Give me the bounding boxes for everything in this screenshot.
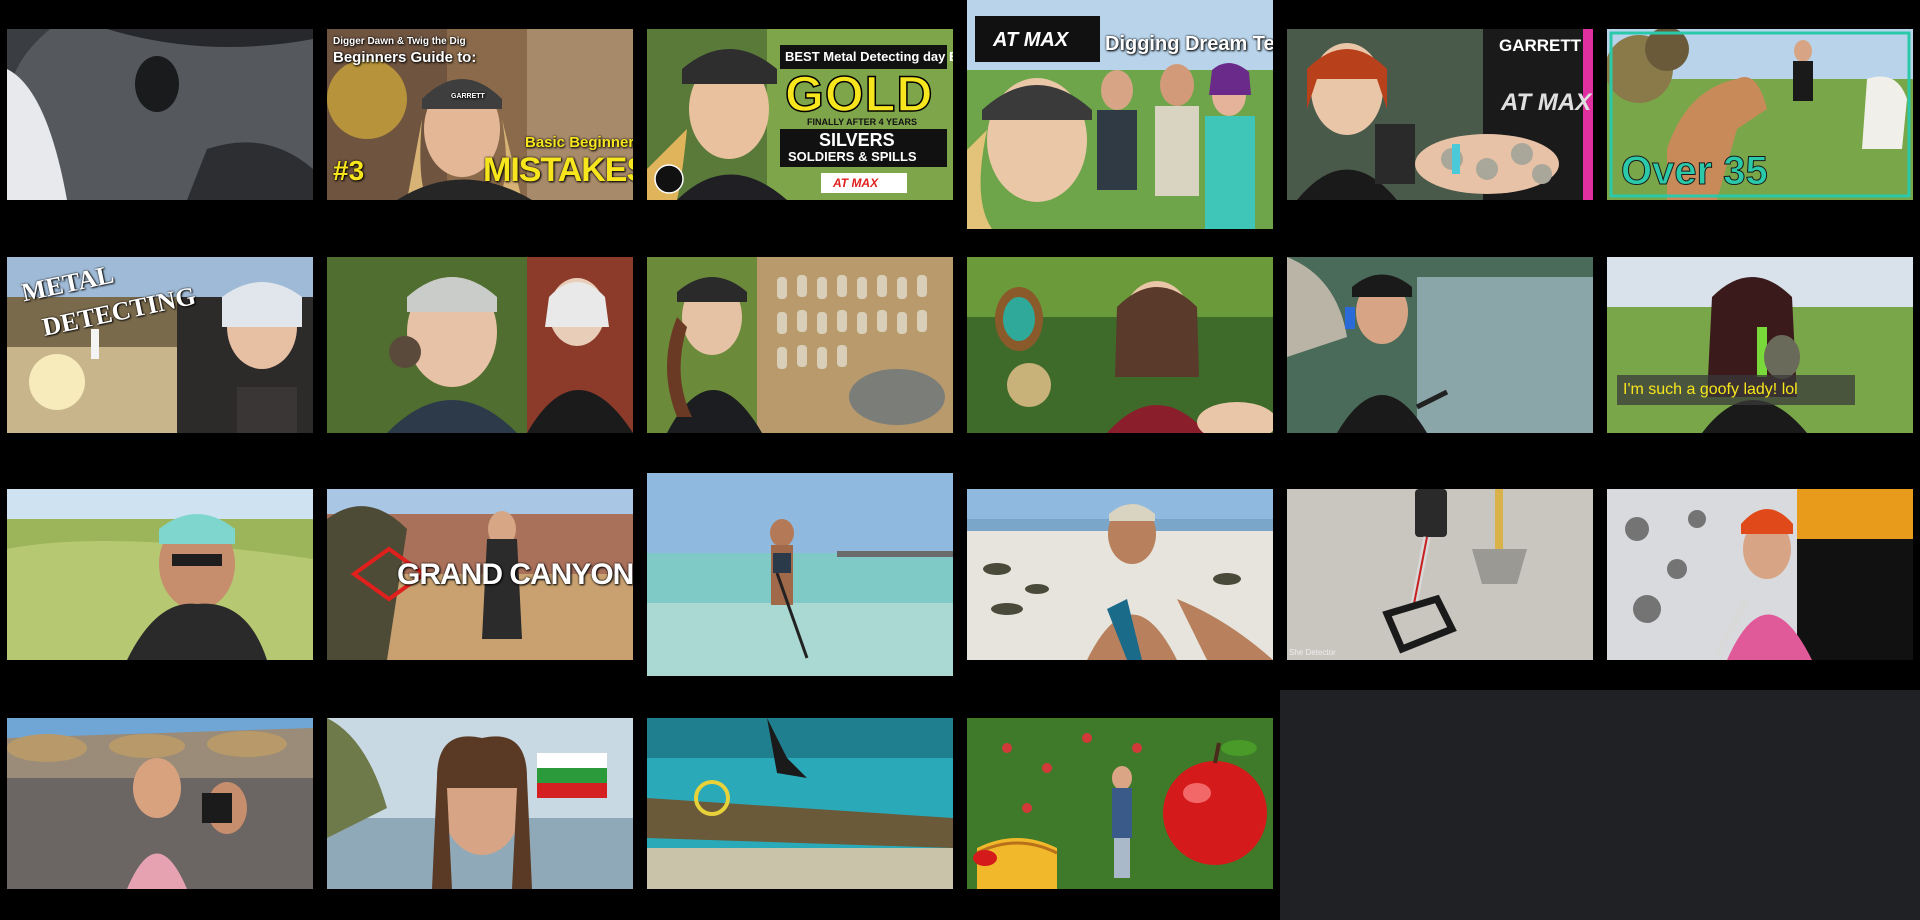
video-thumbnail-18[interactable] (1607, 489, 1913, 660)
video-thumbnail-6[interactable]: Over 35 (1607, 29, 1913, 200)
video-thumbnail-2[interactable]: Digger Dawn & Twig the Dig Beginners Gui… (327, 29, 633, 200)
thumbnail-banner: BEST Metal Detecting day EVER (785, 49, 953, 64)
video-thumbnail-22[interactable] (967, 718, 1273, 889)
thumbnail-caption: I'm such a goofy lady! lol (1623, 381, 1798, 398)
thumbnail-title: Over 35 (1621, 149, 1769, 193)
relics-display-image (647, 257, 953, 433)
thumbnail-box-line-2: SOLDIERS & SPILLS (788, 149, 917, 164)
thumbnail-logo-text: GARRETT (451, 93, 485, 100)
thumbnail-grid: METAL DETECTING Digger Dawn & Twig the D… (0, 0, 1920, 920)
video-thumbnail-21[interactable] (647, 718, 953, 889)
video-thumbnail-19[interactable] (7, 718, 313, 889)
bulgaria-selfie-image (327, 718, 633, 889)
lawn-find-image (1607, 257, 1913, 433)
video-thumbnail-20[interactable] (327, 718, 633, 889)
thumbnail-number: #3 (333, 155, 365, 186)
dunes-selfie-image (7, 489, 313, 660)
video-thumbnail-8[interactable] (327, 257, 633, 433)
column-5: GARRETT AT MAX She Detector (1280, 0, 1600, 690)
thumbnail-watermark: She Detector (1289, 648, 1336, 657)
white-beach-image (967, 489, 1273, 660)
column-3: BEST Metal Detecting day EVER GOLD FINAL… (640, 0, 960, 920)
thumbnail-title: Beginners Guide to: (333, 49, 477, 66)
creek-selfie-image (1287, 257, 1593, 433)
column-4: AT MAX Digging Dream Team (960, 0, 1280, 920)
video-thumbnail-14[interactable]: GRAND CANYON (327, 489, 633, 660)
video-thumbnail-9[interactable] (647, 257, 953, 433)
beach-umbrellas-image (7, 718, 313, 889)
underwater-log-image (647, 718, 953, 889)
pendant-button-image (967, 257, 1273, 433)
video-thumbnail-11[interactable] (1287, 257, 1593, 433)
column-1: METAL DETECTING (0, 0, 320, 920)
video-thumbnail-13[interactable] (7, 489, 313, 660)
thumbnail-series-text: Digger Dawn & Twig the Dig (333, 36, 466, 47)
thumbnail-big-title: MISTAKES (483, 151, 633, 189)
snowy-dig-image (1607, 489, 1913, 660)
video-thumbnail-15[interactable] (647, 473, 953, 676)
video-thumbnail-12[interactable]: I'm such a goofy lady! lol (1607, 257, 1913, 433)
column-2: Digger Dawn & Twig the Dig Beginners Gui… (320, 0, 640, 920)
washington-coin-image (327, 257, 633, 433)
thumbnail-big-title: GOLD (784, 66, 934, 122)
thumbnail-title: GRAND CANYON (397, 558, 633, 591)
video-thumbnail-4[interactable]: AT MAX Digging Dream Team (967, 0, 1273, 229)
detector-sand-image (1287, 489, 1593, 660)
ocean-detecting-image (647, 473, 953, 676)
video-thumbnail-5[interactable]: GARRETT AT MAX (1287, 29, 1593, 200)
thumbnail-brand-logo: AT MAX (993, 29, 1069, 51)
thumbnail-subtitle: Basic Beginner (525, 134, 633, 151)
thumbnail-title: Digging Dream Team (1105, 33, 1273, 55)
thumbnail-brand-logo: AT MAX (833, 176, 879, 190)
video-thumbnail-3[interactable]: BEST Metal Detecting day EVER GOLD FINAL… (647, 29, 953, 200)
video-thumbnail-1[interactable] (7, 29, 313, 200)
thumbnail-box-line-1: SILVERS (819, 130, 895, 150)
thumbnail-brand-text: GARRETT (1499, 36, 1582, 55)
video-thumbnail-10[interactable] (967, 257, 1273, 433)
video-thumbnail-17[interactable]: She Detector (1287, 489, 1593, 660)
column-6: Over 35 I'm such a goofy lady! lol (1600, 0, 1920, 690)
horse-closeup-image (7, 29, 313, 200)
thumbnail-model-text: AT MAX (1501, 89, 1592, 116)
video-thumbnail-7[interactable]: METAL DETECTING (7, 257, 313, 433)
video-thumbnail-16[interactable] (967, 489, 1273, 660)
apple-orchard-image (967, 718, 1273, 889)
thumbnail-subtext: FINALLY AFTER 4 YEARS (807, 117, 918, 127)
